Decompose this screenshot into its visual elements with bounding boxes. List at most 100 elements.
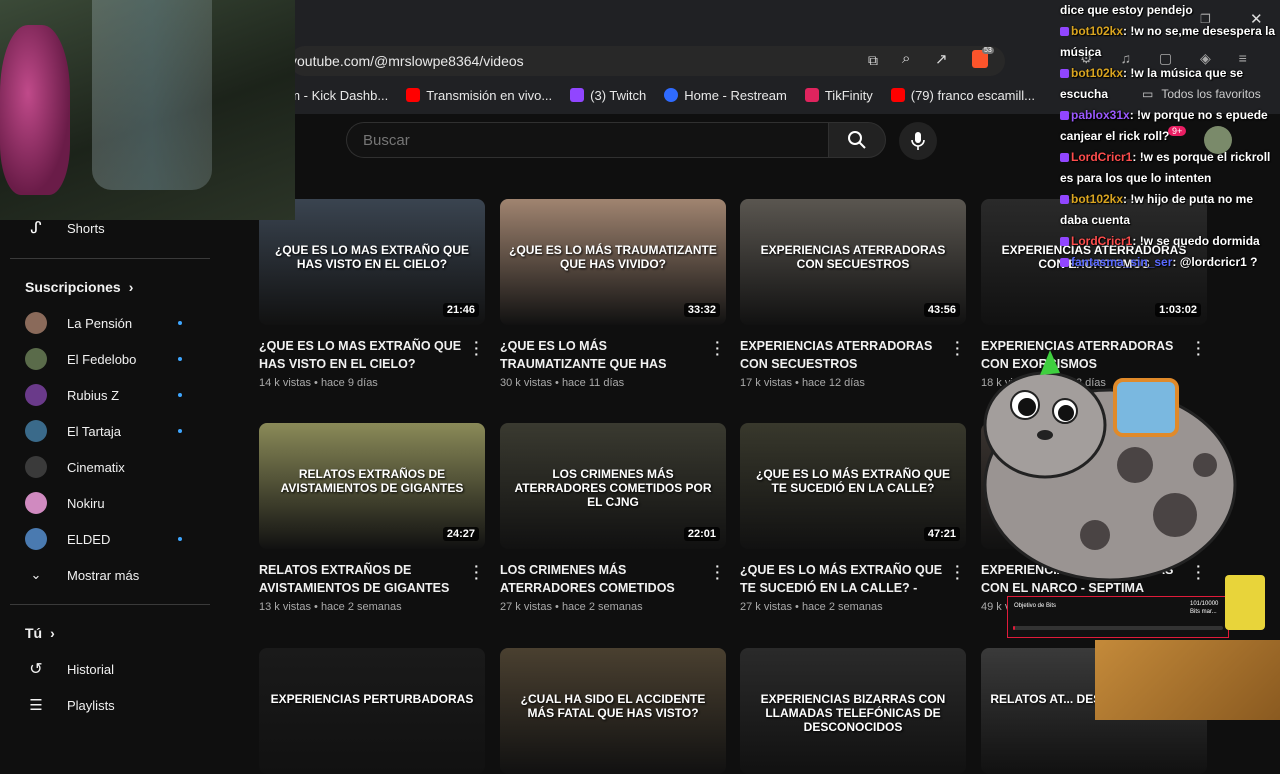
channel-name: El Tartaja (67, 423, 121, 439)
chevron-right-icon: › (128, 279, 134, 295)
sidebar-item-playlists[interactable]: ☰ Playlists (25, 693, 205, 717)
corner-overlay-image (1095, 640, 1280, 720)
youtube-icon (406, 88, 421, 102)
thumbnail-text: ¿QUE ES LO MÁS TRAUMATIZANTE QUE HAS VIV… (509, 243, 717, 271)
channel-name: Nokiru (67, 495, 105, 511)
search-input[interactable] (346, 122, 828, 158)
video-title[interactable]: ¿QUE ES LO MÁS TRAUMATIZANTE QUE HAS VIV… (500, 337, 705, 373)
video-card[interactable]: LOS CRIMENES MÁS ATERRADORES COMETIDOS P… (500, 423, 726, 613)
video-card[interactable]: EXPERIENCIAS ATERRADORAS CON SECUESTROS 4… (740, 199, 966, 389)
video-thumbnail[interactable]: LOS CRIMENES MÁS ATERRADORES COMETIDOS P… (500, 423, 726, 549)
thumbnail-text: EXPERIENCIAS BIZARRAS CON LLAMADAS TELEF… (760, 692, 946, 734)
goal-value: 101/10000 (1190, 601, 1219, 607)
video-title[interactable]: RELATOS EXTRAÑOS DE AVISTAMIENTOS DE GIG… (259, 561, 464, 597)
bookmark-item[interactable]: TikFinity (804, 88, 873, 103)
platform-badge-icon (1060, 69, 1069, 79)
sidebar-subscription-item[interactable]: Nokiru (25, 491, 205, 515)
sidebar-item-history[interactable]: ↺ Historial (25, 657, 205, 681)
restream-icon (664, 88, 679, 102)
video-thumbnail[interactable]: ¿CUAL HA SIDO EL ACCIDENTE MÁS FATAL QUE… (500, 648, 726, 774)
video-thumbnail[interactable]: EXPERIENCIAS ATERRADORAS CON SECUESTROS 4… (740, 199, 966, 325)
you-heading[interactable]: Tú › (25, 625, 55, 641)
more-options-icon[interactable]: · · · (715, 559, 720, 585)
cast-icon[interactable]: ⧉ (868, 52, 878, 69)
sidebar-divider (10, 258, 210, 259)
sidebar-subscription-item[interactable]: La Pensión (25, 311, 205, 335)
meta-separator: • (310, 377, 321, 389)
video-thumbnail[interactable]: ¿QUE ES LO MÁS TRAUMATIZANTE QUE HAS VIV… (500, 199, 726, 325)
voice-search-button[interactable] (899, 122, 937, 160)
sidebar-show-more[interactable]: ⌄ Mostrar más (25, 563, 205, 587)
video-card[interactable]: EXPERIENCIAS BIZARRAS CON LLAMADAS TELEF… (740, 648, 966, 774)
thumbnail-text: ¿QUE ES LO MAS EXTRAÑO QUE HAS VISTO EN … (274, 243, 469, 271)
upload-age: hace 2 semanas (320, 601, 402, 613)
sidebar-subscription-item[interactable]: El Tartaja (25, 419, 205, 443)
more-options-icon[interactable]: · · · (955, 335, 960, 361)
more-options-icon[interactable]: · · · (715, 335, 720, 361)
sidebar-divider (10, 604, 210, 605)
goal-sub: Bits mar... (1190, 609, 1217, 615)
pink-figure (0, 25, 70, 195)
chat-text: dice que estoy pendejo (1060, 3, 1193, 17)
new-content-dot (178, 429, 182, 433)
video-card[interactable]: ¿QUE ES LO MÁS EXTRAÑO QUE TE SUCEDIÓ EN… (740, 423, 966, 613)
video-thumbnail[interactable]: RELATOS EXTRAÑOS DE AVISTAMIENTOS DE GIG… (259, 423, 485, 549)
history-icon: ↺ (29, 661, 43, 678)
more-options-icon[interactable]: · · · (474, 559, 479, 585)
sidebar-subscription-item[interactable]: El Fedelobo (25, 347, 205, 371)
url-text: youtube.com/@mrslowpe8364/videos (290, 53, 524, 69)
subscriptions-heading[interactable]: Suscripciones › (25, 279, 133, 295)
video-card[interactable]: EXPERIENCIAS PERTURBADORAS (259, 648, 485, 774)
account-avatar[interactable] (1204, 126, 1232, 154)
search-bar (346, 122, 886, 158)
channel-avatar (25, 528, 47, 550)
meta-separator: • (791, 601, 802, 613)
new-content-dot (178, 537, 182, 541)
video-card[interactable]: RELATOS EXTRAÑOS DE AVISTAMIENTOS DE GIG… (259, 423, 485, 613)
thumbnail-text: RELATOS EXTRAÑOS DE AVISTAMIENTOS DE GIG… (280, 467, 464, 495)
video-card[interactable]: ¿CUAL HA SIDO EL ACCIDENTE MÁS FATAL QUE… (500, 648, 726, 774)
channel-name: El Fedelobo (67, 351, 137, 367)
video-meta: 27 k vistas • hace 2 semanas (500, 601, 726, 613)
chat-message: dice que estoy pendejo (1055, 0, 1280, 21)
chat-username: bot102kx (1071, 66, 1124, 80)
seal-mascot (983, 350, 1237, 582)
platform-badge-icon (1060, 153, 1069, 163)
share-icon[interactable]: ↗ (935, 50, 948, 68)
chat-username: LordCricr1 (1071, 234, 1133, 248)
video-thumbnail[interactable]: EXPERIENCIAS BIZARRAS CON LLAMADAS TELEF… (740, 648, 966, 774)
chat-message: bot102kx: !w hijo de puta no me daba cue… (1055, 189, 1280, 231)
bookmark-item[interactable]: (3) Twitch (570, 88, 646, 103)
address-bar[interactable]: youtube.com/@mrslowpe8364/videos (290, 46, 1005, 76)
view-count: 17 k vistas (740, 377, 792, 389)
bookmark-item[interactable]: Transmisión en vivo... (406, 88, 552, 103)
video-card[interactable]: ¿QUE ES LO MÁS TRAUMATIZANTE QUE HAS VIV… (500, 199, 726, 389)
chevron-down-icon: ⌄ (30, 567, 42, 582)
channel-avatar (25, 384, 47, 406)
sidebar-subscription-item[interactable]: ELDED (25, 527, 205, 551)
video-meta: 14 k vistas • hace 9 días (259, 377, 485, 389)
sidebar-subscription-item[interactable]: Cinematix (25, 455, 205, 479)
meta-separator: • (791, 377, 802, 389)
search-button[interactable] (828, 122, 886, 158)
sidebar-subscription-item[interactable]: Rubius Z (25, 383, 205, 407)
channel-avatar (25, 420, 47, 442)
zoom-icon[interactable]: ⌕ (902, 50, 910, 67)
video-title[interactable]: ¿QUE ES LO MÁS EXTRAÑO QUE TE SUCEDIÓ EN… (740, 561, 945, 597)
more-options-icon[interactable]: · · · (474, 335, 479, 361)
video-thumbnail[interactable]: ¿QUE ES LO MÁS EXTRAÑO QUE TE SUCEDIÓ EN… (740, 423, 966, 549)
bookmark-item[interactable]: am - Kick Dashb... (282, 88, 388, 103)
more-options-icon[interactable]: · · · (955, 559, 960, 585)
video-thumbnail[interactable]: EXPERIENCIAS PERTURBADORAS (259, 648, 485, 774)
video-title[interactable]: ¿QUE ES LO MAS EXTRAÑO QUE HAS VISTO EN … (259, 337, 464, 373)
bookmark-item[interactable]: Home - Restream (664, 88, 787, 103)
duration-badge: 24:27 (442, 527, 479, 541)
video-title[interactable]: LOS CRIMENES MÁS ATERRADORES COMETIDOS P… (500, 561, 705, 597)
chat-username: LordCricr1 (1071, 150, 1133, 164)
chat-message: LordCricr1: !w es porque el rickroll es … (1055, 147, 1280, 189)
bookmark-item[interactable]: (79) franco escamill... (890, 88, 1035, 103)
video-meta: 27 k vistas • hace 2 semanas (740, 601, 966, 613)
video-card[interactable]: ¿QUE ES LO MAS EXTRAÑO QUE HAS VISTO EN … (259, 199, 485, 389)
video-title[interactable]: EXPERIENCIAS ATERRADORAS CON SECUESTROS (740, 337, 945, 373)
thumbnail-text: EXPERIENCIAS PERTURBADORAS (270, 692, 474, 706)
